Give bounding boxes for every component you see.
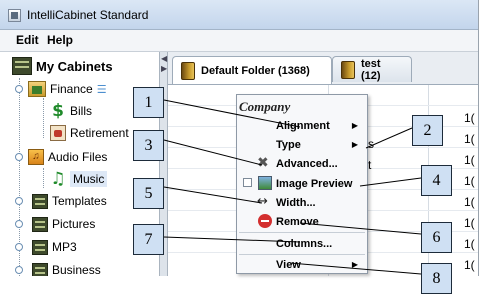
tab-label: test (12) [360, 57, 381, 82]
resize-horizontal-icon: ↔ [257, 194, 268, 209]
cabinet-icon [32, 216, 48, 232]
title-bar: IntelliCabinet Standard [0, 0, 478, 30]
menu-item-label: Type [276, 138, 301, 151]
tree-item-pictures[interactable]: Pictures [32, 213, 95, 235]
table-cell[interactable]: 1( [464, 237, 475, 251]
tree-item-label: MP3 [52, 240, 77, 254]
tree-item-label: Pictures [52, 217, 96, 231]
finance-cabinet-icon [28, 81, 46, 97]
menu-item-label: Image Preview [276, 177, 353, 190]
menu-item-label: Advanced... [276, 157, 338, 170]
callout-2: 2 [412, 115, 443, 146]
cabinet-icon [32, 262, 48, 276]
tree-guide-line [43, 98, 44, 138]
tree-expander[interactable] [15, 266, 23, 274]
table-cell[interactable]: 1( [464, 258, 475, 272]
callout-1: 1 [133, 87, 164, 118]
table-cell[interactable]: 1( [464, 195, 475, 209]
column-context-menu: Company Alignment ▶ Type ▶ ✖ Advanced...… [236, 94, 368, 274]
tree-expander[interactable] [15, 243, 23, 251]
window-title: IntelliCabinet Standard [27, 8, 149, 22]
cabinet-icon [12, 57, 32, 75]
table-cell[interactable]: 1( [464, 111, 475, 125]
image-icon [258, 176, 272, 190]
tree-item-finance[interactable]: Finance ☰ [28, 78, 107, 100]
callout-6: 6 [421, 222, 452, 253]
menu-item-remove[interactable]: Remove [238, 212, 366, 231]
menu-item-label: Columns... [276, 237, 333, 250]
menu-edit[interactable]: Edit [16, 33, 39, 47]
expand-right-icon[interactable]: ▶ [161, 64, 167, 73]
audio-icon: ♫ [28, 149, 44, 165]
tree-item-retirement[interactable]: Retirement [50, 122, 129, 144]
menu-item-label: View [276, 258, 301, 271]
tree-root-label: My Cabinets [36, 58, 113, 74]
folder-icon [181, 61, 195, 80]
menu-item-label: Remove [276, 215, 319, 228]
tree-item-business[interactable]: Business [32, 259, 101, 276]
tab-label: Default Folder (1368) [201, 64, 310, 77]
tree-item-bills[interactable]: $ Bills [50, 100, 92, 122]
table-cell[interactable]: 1( [464, 174, 475, 188]
tab-default-folder[interactable]: Default Folder (1368) [172, 56, 332, 84]
context-menu-header: Company [239, 99, 291, 114]
tree-item-audio-files[interactable]: ♫ Audio Files [28, 146, 107, 168]
collapse-left-icon[interactable]: ◀ [161, 54, 167, 63]
tree-item-label: Music [70, 171, 108, 187]
cabinet-icon [32, 239, 48, 255]
menu-item-label: Width... [276, 196, 316, 209]
tree-expander[interactable] [15, 153, 23, 161]
submenu-arrow-icon: ▶ [351, 140, 358, 149]
tree-item-label: Business [52, 263, 101, 276]
tree-item-label: Bills [70, 104, 93, 118]
tree-expander[interactable] [15, 197, 23, 205]
menu-help[interactable]: Help [47, 33, 73, 47]
tree-item-my-cabinets[interactable]: My Cabinets [12, 55, 113, 77]
tree-item-music[interactable]: ♫ Music [50, 168, 108, 190]
dollar-icon: $ [52, 101, 64, 121]
no-entry-bar [261, 220, 269, 222]
table-cell[interactable]: s [368, 137, 374, 151]
tools-icon: ✖ [257, 155, 269, 171]
menu-item-label: Alignment [276, 119, 330, 132]
table-cell[interactable]: 1( [464, 132, 475, 146]
table-cell[interactable]: 1( [464, 153, 475, 167]
image-preview-checkbox[interactable] [243, 178, 252, 187]
menu-item-columns[interactable]: Columns... [238, 234, 366, 253]
tree-item-mp3[interactable]: MP3 [32, 236, 77, 258]
tree-expander[interactable] [15, 220, 23, 228]
submenu-arrow-icon: ▶ [351, 121, 358, 130]
tree-item-label: Retirement [70, 126, 129, 140]
menu-item-view[interactable]: View ▶ [238, 255, 366, 274]
shared-icon: ☰ [96, 82, 107, 96]
tree-item-label: Audio Files [48, 150, 108, 164]
menu-separator [239, 232, 365, 233]
table-cell[interactable]: 1( [464, 216, 475, 230]
tab-test[interactable]: test (12) [332, 56, 412, 82]
callout-8: 8 [421, 263, 452, 294]
menu-item-type[interactable]: Type ▶ [238, 135, 366, 154]
callout-3: 3 [133, 130, 164, 161]
cabinet-icon [32, 193, 48, 209]
menu-item-image-preview[interactable]: Image Preview [238, 174, 366, 193]
tree-item-label: Finance [50, 82, 93, 96]
tree-guide-line [43, 168, 44, 188]
tree-item-label: Templates [52, 194, 107, 208]
app-icon [8, 9, 21, 22]
callout-7: 7 [133, 224, 164, 255]
folder-icon [341, 60, 355, 79]
callout-4: 4 [421, 165, 452, 196]
callout-5: 5 [133, 178, 164, 209]
menu-item-alignment[interactable]: Alignment ▶ [238, 116, 366, 135]
menu-bar: Edit Help [0, 30, 478, 52]
retirement-icon [50, 125, 66, 141]
menu-item-advanced[interactable]: ✖ Advanced... [238, 154, 366, 173]
table-cell[interactable]: t [368, 158, 371, 172]
tree-item-templates[interactable]: Templates [32, 190, 107, 212]
menu-item-width[interactable]: ↔ Width... [238, 193, 366, 212]
submenu-arrow-icon: ▶ [351, 260, 358, 269]
tree-expander[interactable] [15, 85, 23, 93]
music-note-icon: ♫ [50, 169, 66, 189]
